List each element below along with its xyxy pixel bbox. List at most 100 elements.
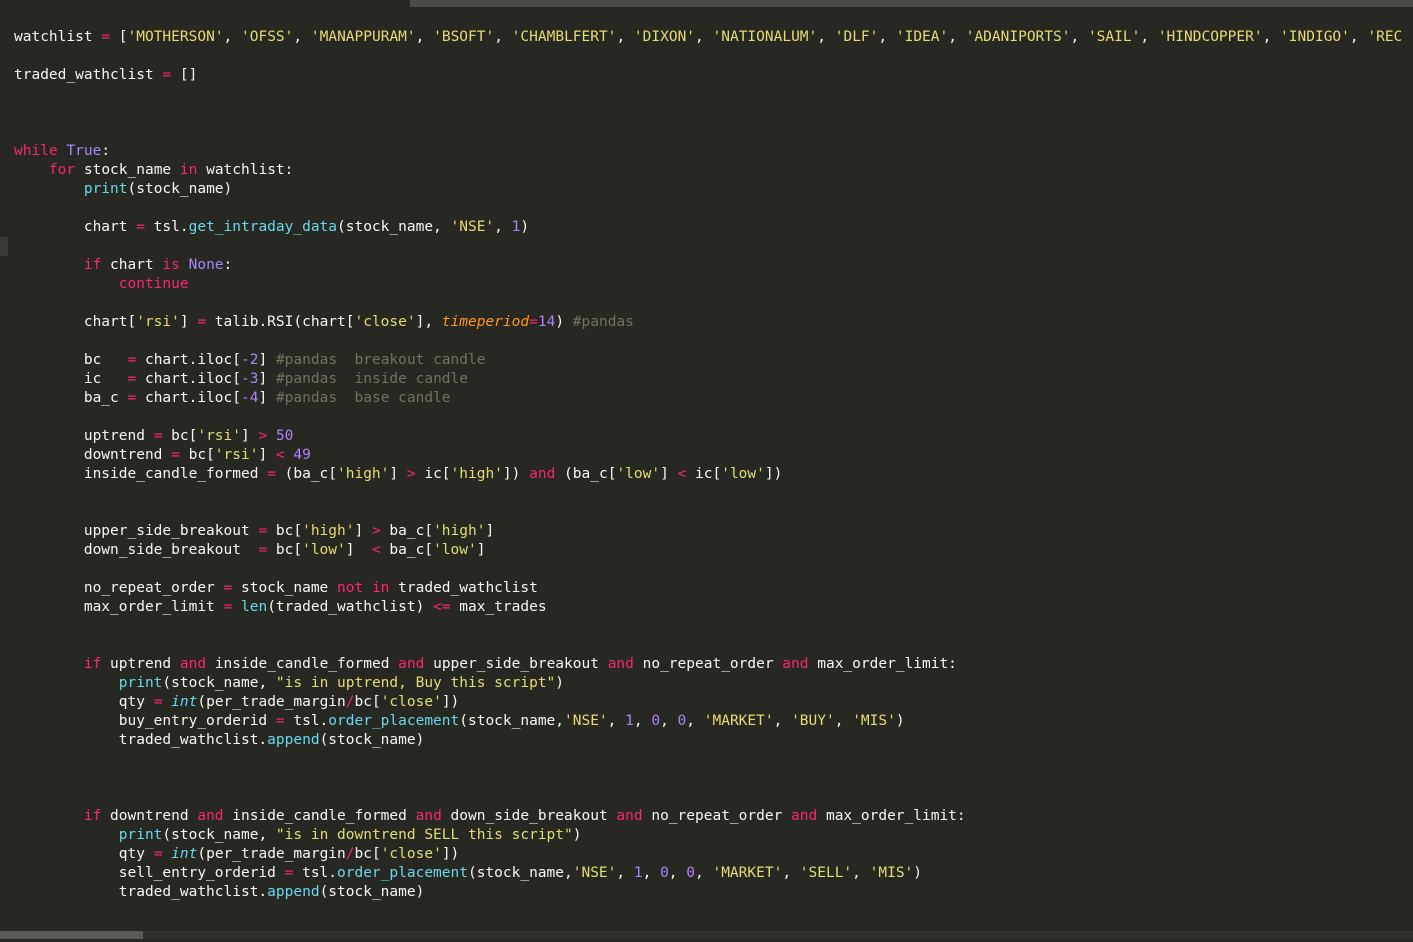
code-token: no_repeat_order (14, 580, 224, 596)
code-token: ] (389, 466, 407, 482)
code-token: = (529, 314, 538, 330)
code-line: print(stock_name, "is in uptrend, Buy th… (14, 674, 1402, 693)
code-token: 'HINDCOPPER' (1157, 29, 1263, 45)
code-token: and (607, 656, 634, 672)
code-token: 'SAIL' (1087, 29, 1141, 45)
code-token: ] (179, 314, 198, 330)
code-token: not (337, 580, 364, 596)
code-token: ) (913, 865, 923, 881)
code-token: > (406, 466, 416, 482)
code-token: ic[ (415, 466, 451, 482)
code-token: 'MIS' (869, 865, 914, 881)
code-editor[interactable]: watchlist = ['MOTHERSON', 'OFSS', 'MANAP… (0, 0, 1413, 942)
code-token: , (607, 713, 626, 729)
code-token: = (101, 29, 111, 45)
code-token: bc[ (267, 523, 303, 539)
code-token: , (616, 29, 634, 45)
code-token: 'high' (302, 523, 355, 539)
code-token: chart.iloc[ (136, 371, 241, 387)
code-token: down_side_breakout (441, 808, 617, 824)
code-token: [] (171, 67, 198, 83)
code-line: if downtrend and inside_candle_formed an… (14, 807, 1402, 826)
code-token: if (83, 257, 102, 273)
code-token: 0 (660, 865, 669, 881)
code-token: -2 (241, 352, 259, 368)
code-token: 'REC (1367, 29, 1403, 45)
code-token: traded_wathclist. (14, 884, 268, 900)
code-token: 'ADANIPORTS' (965, 29, 1071, 45)
scrollbar-thumb[interactable] (410, 0, 1413, 7)
code-token: = (127, 371, 137, 387)
code-token: #pandas base candle (275, 390, 451, 406)
code-content[interactable]: watchlist = ['MOTHERSON', 'OFSS', 'MANAP… (14, 28, 1402, 902)
code-token: 'MANAPPURAM' (310, 29, 416, 45)
horizontal-scrollbar[interactable] (0, 931, 1413, 939)
code-token: bc[ (162, 428, 198, 444)
code-token: = (223, 599, 233, 615)
code-token: (per_trade_margin (197, 846, 346, 862)
code-token: 'OFSS' (241, 29, 294, 45)
code-token: and (197, 808, 224, 824)
code-line: while True: (14, 142, 1402, 161)
code-token: -4 (241, 390, 259, 406)
code-line: for stock_name in watchlist: (14, 161, 1402, 180)
code-token: = (162, 67, 172, 83)
code-token: , (415, 29, 434, 45)
code-token: and (179, 656, 207, 672)
code-token: 'low' (433, 542, 477, 558)
code-token: , (494, 219, 512, 235)
code-line: qty = int(per_trade_margin/bc['close']) (14, 693, 1402, 712)
code-token: (stock_name) (127, 181, 233, 197)
code-token: ] (258, 390, 276, 406)
code-token: 'NSE' (564, 713, 608, 729)
code-token: : (101, 143, 111, 159)
code-token: no_repeat_order (642, 808, 792, 824)
code-token: max_order_limit: (808, 656, 957, 672)
code-token: ) (520, 219, 530, 235)
code-token: int (171, 846, 198, 862)
code-token: tsl. (293, 865, 338, 881)
code-token: #pandas inside candle (275, 371, 468, 387)
code-token: 'low' (616, 466, 661, 482)
code-token: = (267, 466, 276, 482)
code-line: inside_candle_formed = (ba_c['high'] > i… (14, 465, 1402, 484)
code-token: ], (415, 314, 442, 330)
code-line: chart['rsi'] = talib.RSI(chart['close'],… (14, 313, 1402, 332)
horizontal-scrollbar-top[interactable] (0, 0, 1413, 8)
code-token: 'BUY' (791, 713, 835, 729)
code-token: = (258, 542, 268, 558)
code-token: ) (555, 314, 573, 330)
code-token: for (48, 162, 76, 178)
code-token: bc[ (179, 447, 215, 463)
code-token: print (118, 675, 163, 691)
code-token: ]) (502, 466, 530, 482)
code-token: 0 (677, 713, 687, 729)
code-line: down_side_breakout = bc['low'] < ba_c['l… (14, 541, 1402, 560)
code-token: None (188, 257, 224, 273)
scrollbar-thumb[interactable] (0, 931, 143, 939)
code-token: order_placement (337, 865, 468, 881)
code-token: int (171, 694, 198, 710)
code-token: talib.RSI(chart[ (206, 314, 355, 330)
code-token: 'CHAMBLFERT' (511, 29, 617, 45)
code-token: in (371, 580, 390, 596)
code-token: , (1140, 29, 1158, 45)
gutter-line-marker (0, 237, 8, 256)
code-token: is (162, 257, 180, 273)
code-token: ]) (764, 466, 783, 482)
code-token: : (223, 257, 233, 273)
code-token: 'MARKET' (712, 865, 783, 881)
code-token: , (852, 865, 870, 881)
code-token: 'MOTHERSON' (127, 29, 224, 45)
code-token: max_trades (450, 599, 547, 615)
